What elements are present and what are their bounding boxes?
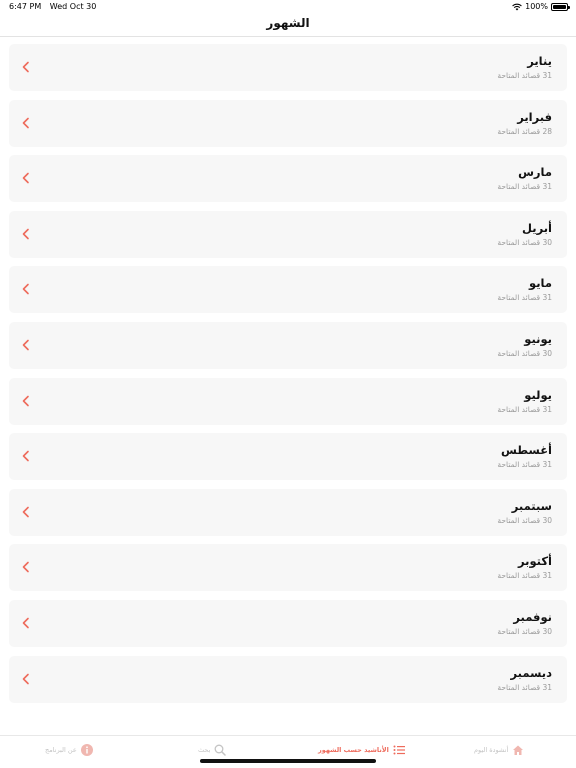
month-name: يوليو (524, 387, 552, 402)
month-row[interactable]: مايو 31 قصائد المتاحة (9, 266, 567, 314)
home-icon (513, 745, 524, 755)
status-right: 100% (512, 2, 570, 11)
month-name: يناير (527, 54, 552, 68)
month-row[interactable]: فبراير 28 قصائد المتاحة (9, 99, 567, 147)
battery-percent: 100% (525, 2, 548, 11)
chevron-left-icon (22, 61, 29, 73)
battery-fill (553, 4, 566, 9)
poem-count: 31 قصائد المتاحة (497, 404, 552, 414)
month-text: نوفمبر 30 قصائد المتاحة (497, 610, 552, 637)
tab-about-label: عن البرنامج (45, 746, 77, 754)
month-row[interactable]: سبتمبر 30 قصائد المتاحة (9, 488, 567, 536)
month-text: مايو 31 قصائد المتاحة (497, 276, 552, 303)
month-text: أبريل 30 قصائد المتاحة (497, 221, 552, 248)
month-row[interactable]: يناير 31 قصائد المتاحة (9, 44, 567, 91)
tab-home-label: أنشودة اليوم (474, 746, 509, 754)
page-title: الشهور (266, 16, 310, 30)
battery-icon (551, 2, 570, 11)
chevron-left-icon (22, 506, 29, 518)
poem-count: 31 قصائد المتاحة (497, 571, 552, 581)
search-icon (214, 744, 227, 756)
month-text: سبتمبر 30 قصائد المتاحة (497, 499, 552, 526)
chevron-left-icon (22, 284, 29, 295)
month-text: فبراير 28 قصائد المتاحة (497, 110, 552, 137)
poem-count: 31 قصائد المتاحة (497, 460, 552, 470)
month-list: يناير 31 قصائد المتاحة فبراير 28 قصائد ا… (9, 44, 567, 711)
month-name: سبتمبر (511, 498, 552, 513)
chevron-left-icon (22, 617, 29, 629)
month-row[interactable]: نوفمبر 30 قصائد المتاحة (9, 599, 567, 647)
month-text: يناير 31 قصائد المتاحة (497, 54, 552, 81)
month-row[interactable]: أكتوبر 31 قصائد المتاحة (9, 544, 567, 592)
month-name: ديسمبر (510, 665, 552, 680)
wifi-icon (512, 3, 522, 10)
month-text: ديسمبر 31 قصائد المتاحة (497, 666, 552, 693)
month-name: أغسطس (501, 443, 552, 458)
poem-count: 30 قصائد المتاحة (497, 515, 552, 525)
month-text: مارس 31 قصائد المتاحة (497, 165, 552, 192)
tab-search[interactable]: بحث (198, 742, 227, 758)
month-text: يونيو 30 قصائد المتاحة (497, 332, 552, 359)
month-name: يونيو (524, 331, 552, 346)
nav-bar: الشهور (0, 14, 576, 37)
chevron-left-icon (22, 673, 29, 684)
poem-count: 28 قصائد المتاحة (497, 126, 552, 136)
chevron-left-icon (22, 562, 29, 573)
poem-count: 30 قصائد المتاحة (497, 626, 552, 636)
poem-count: 31 قصائد المتاحة (497, 71, 552, 80)
month-text: أغسطس 31 قصائد المتاحة (497, 443, 552, 470)
home-indicator (200, 759, 376, 763)
info-icon (80, 744, 93, 756)
status-left: 6:47 PM Wed Oct 30 (9, 2, 102, 11)
poem-count: 31 قصائد المتاحة (497, 293, 552, 303)
chevron-left-icon (22, 450, 29, 462)
month-name: أكتوبر (517, 554, 552, 569)
poem-count: 30 قصائد المتاحة (497, 237, 552, 247)
status-time: 6:47 PM (9, 2, 42, 11)
tab-months[interactable]: الأناشيد حسب الشهور (318, 742, 405, 758)
month-row[interactable]: يونيو 30 قصائد المتاحة (9, 321, 567, 369)
status-bar: 6:47 PM Wed Oct 30 100% (0, 0, 576, 14)
month-text: يوليو 31 قصائد المتاحة (497, 388, 552, 415)
poem-count: 31 قصائد المتاحة (497, 182, 552, 192)
tab-months-label: الأناشيد حسب الشهور (318, 746, 389, 754)
month-row[interactable]: أغسطس 31 قصائد المتاحة (9, 433, 567, 481)
poem-count: 30 قصائد المتاحة (497, 348, 552, 358)
tab-about[interactable]: عن البرنامج (45, 742, 93, 758)
chevron-left-icon (22, 228, 29, 240)
month-name: أبريل (522, 220, 552, 235)
month-row[interactable]: أبريل 30 قصائد المتاحة (9, 210, 567, 258)
month-name: مارس (518, 165, 552, 180)
month-row[interactable]: ديسمبر 31 قصائد المتاحة (9, 655, 567, 703)
month-name: نوفمبر (513, 609, 552, 624)
month-name: مايو (529, 276, 552, 291)
poem-count: 31 قصائد المتاحة (497, 682, 552, 692)
chevron-left-icon (22, 172, 29, 184)
chevron-left-icon (22, 395, 29, 406)
list-icon (393, 745, 405, 755)
month-name: فبراير (517, 109, 552, 124)
tab-bar: أنشودة اليوم الأناشيد حسب الشهور بحث عن … (0, 735, 576, 768)
chevron-left-icon (22, 117, 29, 128)
tab-home[interactable]: أنشودة اليوم (474, 742, 524, 758)
month-text: أكتوبر 31 قصائد المتاحة (497, 554, 552, 581)
month-row[interactable]: مارس 31 قصائد المتاحة (9, 155, 567, 203)
chevron-left-icon (22, 339, 29, 351)
tab-search-label: بحث (198, 746, 211, 754)
status-date: Wed Oct 30 (49, 2, 97, 11)
month-row[interactable]: يوليو 31 قصائد المتاحة (9, 377, 567, 425)
